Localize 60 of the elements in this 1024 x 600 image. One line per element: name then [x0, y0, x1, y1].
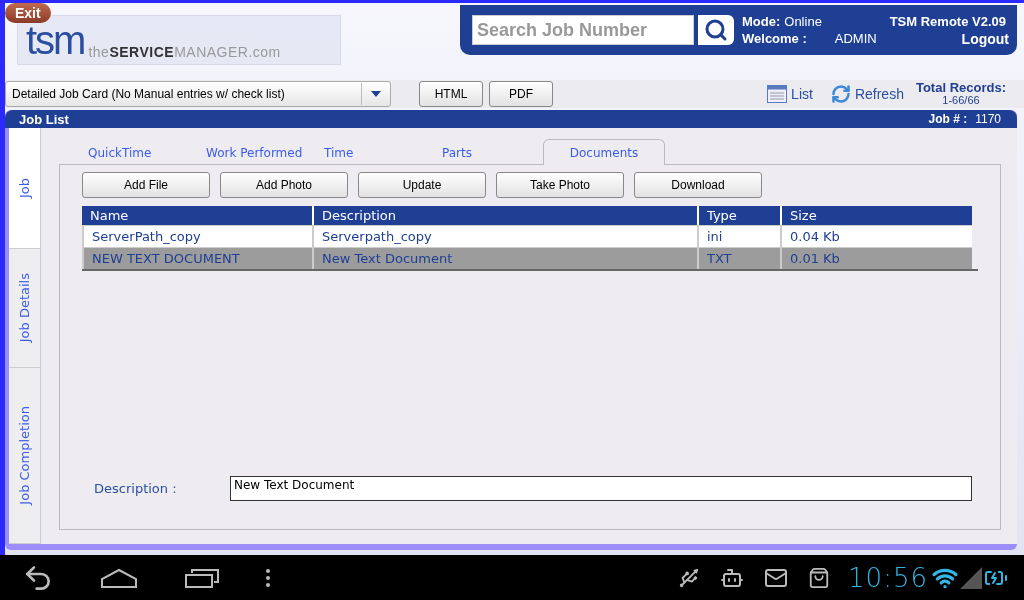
action-button[interactable]: Download — [634, 172, 762, 198]
table-cell[interactable]: NEW TEXT DOCUMENT — [82, 247, 312, 269]
tab[interactable]: Documents — [543, 139, 665, 165]
recents-button[interactable] — [184, 567, 220, 588]
search-button[interactable] — [698, 15, 734, 45]
table-cell[interactable]: 0.01 Kb — [780, 247, 972, 269]
action-button[interactable]: Add File — [82, 172, 210, 198]
side-tab[interactable]: Job — [9, 128, 40, 249]
user-name: ADMIN — [834, 30, 877, 47]
table-cell[interactable]: TXT — [697, 247, 780, 269]
table-cell[interactable]: ServerPath_copy — [82, 225, 312, 247]
action-button[interactable]: Take Photo — [496, 172, 624, 198]
column-header: Type — [697, 206, 780, 225]
exit-button[interactable]: Exit — [5, 3, 51, 23]
mode-value: Online — [784, 13, 822, 29]
action-button[interactable]: Add Photo — [220, 172, 348, 198]
logo-mark: tsm — [26, 20, 85, 60]
shopping-bag-icon — [808, 566, 831, 589]
report-select[interactable]: Detailed Job Card (No Manual entries w/ check list) — [5, 81, 391, 107]
refresh-icon — [830, 84, 851, 104]
app-title: TSM Remote V2.09 — [889, 13, 1007, 29]
clock: 10:56 — [848, 562, 928, 593]
total-records-value: 1-66/66 — [942, 94, 980, 107]
action-button[interactable]: Update — [358, 172, 486, 198]
tab[interactable]: Work Performed — [189, 139, 307, 165]
job-number-label: Job # : — [928, 112, 968, 126]
menu-button[interactable] — [266, 568, 270, 587]
panel-title: Job List — [19, 111, 69, 127]
refresh-button[interactable]: Refresh — [824, 84, 910, 104]
tab[interactable]: Time — [307, 139, 425, 165]
export-button[interactable]: HTML — [419, 81, 483, 107]
home-icon — [100, 567, 138, 588]
column-header: Description — [312, 206, 697, 225]
table-cell[interactable]: 0.04 Kb — [780, 225, 972, 247]
search-field[interactable]: Search Job Number — [472, 15, 694, 45]
table-cell[interactable]: New Text Document — [312, 247, 697, 269]
table-cell[interactable]: Serverpath_copy — [312, 225, 697, 247]
tab[interactable]: Parts — [425, 139, 543, 165]
description-field[interactable]: New Text Document — [230, 476, 972, 501]
welcome-label: Welcome : — [742, 30, 807, 47]
export-button[interactable]: PDF — [489, 81, 553, 107]
table-cell[interactable]: ini — [697, 225, 780, 247]
job-number: 1170 — [975, 112, 1001, 126]
usb-icon — [678, 566, 701, 589]
logo-wordmark: theSERVICEMANAGER.com — [88, 44, 281, 60]
list-icon — [767, 85, 788, 103]
caret-icon — [371, 91, 381, 97]
search-icon — [704, 18, 728, 42]
total-records-label: Total Records: — [915, 81, 1006, 94]
description-label: Description : — [94, 481, 178, 496]
column-header: Name — [82, 206, 312, 225]
tab[interactable]: QuickTime — [71, 139, 189, 165]
logout-link[interactable]: Logout — [961, 30, 1009, 47]
mode-label: Mode: — [742, 13, 781, 29]
home-button[interactable] — [100, 567, 138, 588]
recents-icon — [184, 567, 220, 588]
list-button[interactable]: List — [761, 85, 819, 103]
column-header: Size — [780, 206, 972, 225]
menu-icon — [266, 568, 270, 587]
signal-icon — [960, 566, 982, 589]
